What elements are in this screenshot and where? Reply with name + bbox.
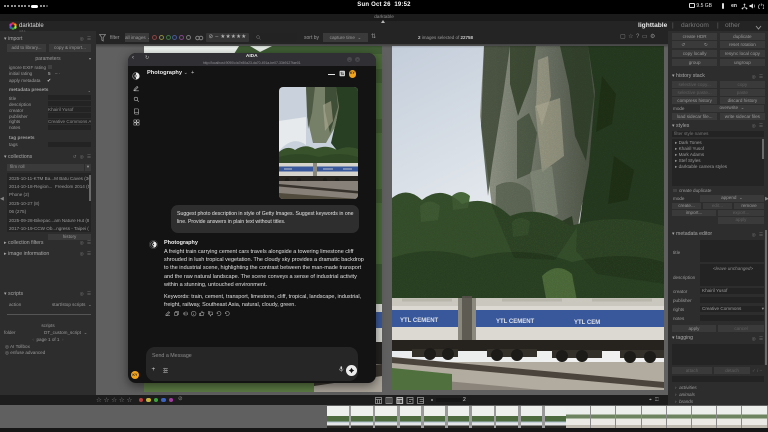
svg-text:YTL CEM: YTL CEM <box>574 320 600 326</box>
svg-text:YTL CEMENT: YTL CEMENT <box>496 319 535 325</box>
svg-text:YTL CEMENT: YTL CEMENT <box>400 318 439 324</box>
